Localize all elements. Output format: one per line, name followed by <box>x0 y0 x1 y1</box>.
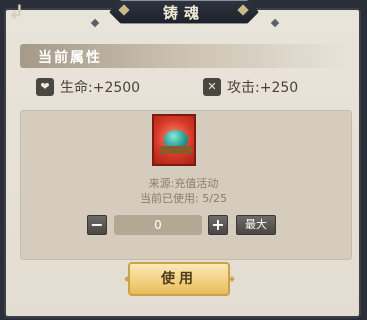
title-left-ornament <box>90 18 100 28</box>
item-source-text: 来源:充值活动 <box>148 177 219 190</box>
use-button-label: 使用 <box>161 271 197 287</box>
crossed-swords-icon: ✕ <box>203 78 221 96</box>
stat-attack-value: 攻击:+250 <box>227 80 299 96</box>
item-used-text: 当前已使用: 5/25 <box>140 192 227 205</box>
decrease-button[interactable]: − <box>87 215 107 235</box>
stat-attack: ✕ 攻击:+250 <box>203 76 298 98</box>
use-button[interactable]: 使用 <box>128 262 230 296</box>
quantity-input[interactable]: 0 <box>114 215 202 235</box>
title-right-ornament <box>270 18 280 28</box>
jade-soul-item-icon[interactable] <box>152 114 196 166</box>
max-button[interactable]: 最大 <box>236 215 276 235</box>
title-bar: 铸魂 <box>109 0 259 24</box>
window-title: 铸魂 <box>162 3 205 22</box>
current-attributes-header: 当前属性 <box>20 44 350 68</box>
heart-shield-icon: ❤ <box>36 78 54 96</box>
back-arrow-icon[interactable]: ↲ <box>8 0 25 24</box>
increase-button[interactable]: + <box>208 215 228 235</box>
stat-hp: ❤ 生命:+2500 <box>36 76 140 98</box>
back-button[interactable]: ↲ <box>6 2 26 22</box>
stat-hp-value: 生命:+2500 <box>60 80 141 96</box>
section-title: 当前属性 <box>38 50 102 66</box>
item-stand <box>160 146 192 154</box>
